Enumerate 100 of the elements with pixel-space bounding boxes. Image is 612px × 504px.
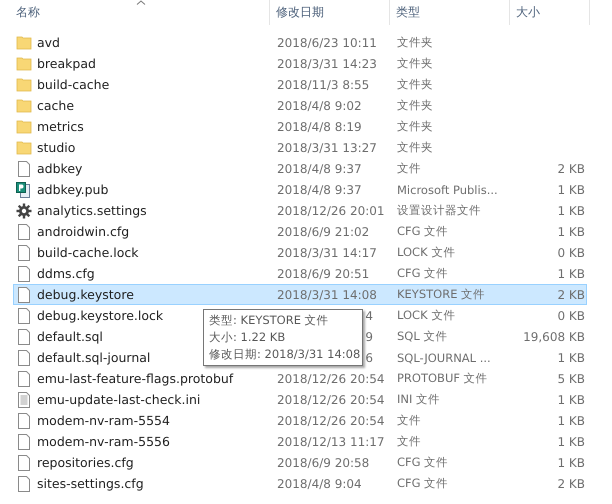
file-name: modem-nv-ram-5556 <box>37 434 170 449</box>
file-name: emu-update-last-check.ini <box>37 392 200 407</box>
modified-date: 2018/3/31 14:08 <box>277 288 377 302</box>
file-name: repositories.cfg <box>37 455 134 470</box>
file-icon <box>16 350 32 366</box>
modified-date: 2018/11/3 8:55 <box>277 78 370 92</box>
file-size: 2 KB <box>557 288 585 302</box>
file-type: PROTOBUF 文件 <box>397 371 488 385</box>
file-name: debug.keystore <box>37 287 134 302</box>
file-size: 1 KB <box>557 224 585 238</box>
file-size: 1 KB <box>557 392 585 406</box>
file-name: androidwin.cfg <box>37 224 130 239</box>
file-icon <box>16 286 32 302</box>
file-name: studio <box>37 140 76 155</box>
file-name: analytics.settings <box>37 203 147 218</box>
modified-date: 2018/3/31 14:17 <box>277 246 377 260</box>
file-name: adbkey.pub <box>37 182 108 197</box>
file-name: default.sql <box>37 329 103 344</box>
folder-icon <box>16 56 32 72</box>
file-name: build-cache <box>37 77 110 92</box>
file-name: breakpad <box>37 56 96 71</box>
modified-date: 2018/6/9 20:58 <box>277 456 370 470</box>
column-header[interactable]: 修改日期 <box>270 0 390 25</box>
file-type: 文件 <box>397 161 421 175</box>
tooltip-text: 修改日期: 2018/3/31 14:08 <box>209 346 357 363</box>
modified-date: 2018/12/26 20:54 <box>277 414 385 428</box>
file-size: 2 KB <box>557 162 585 176</box>
modified-date: 2018/12/26 20:54 <box>277 392 385 406</box>
file-name: avd <box>37 35 60 50</box>
file-type: Microsoft Publis... <box>397 182 498 196</box>
file-type: CFG 文件 <box>397 224 448 238</box>
modified-date: 4 <box>365 308 373 322</box>
file-type: SQL-JOURNAL ... <box>397 350 491 364</box>
column-header[interactable]: 类型 <box>390 0 510 25</box>
file-size: 5 KB <box>557 372 585 386</box>
file-type: 文件夹 <box>397 77 433 91</box>
modified-date: 2018/12/13 11:17 <box>277 434 385 448</box>
column-header[interactable]: 名称 <box>13 0 270 25</box>
file-icon <box>16 244 32 260</box>
file-name: modem-nv-ram-5554 <box>37 413 170 428</box>
modified-date: 2018/3/31 14:23 <box>277 56 377 70</box>
file-type: SQL 文件 <box>397 329 448 343</box>
file-type: 文件夹 <box>397 119 433 133</box>
modified-date: 2018/3/31 13:27 <box>277 140 377 154</box>
file-size: 2 KB <box>557 476 585 490</box>
modified-date: 2018/4/8 9:37 <box>277 162 362 176</box>
file-type: 设置设计器文件 <box>397 203 481 217</box>
selected-row[interactable]: debug.keystore 2018/3/31 14:08 KEYSTORE 文件 2 KB <box>13 284 587 305</box>
file-icon <box>16 266 32 282</box>
file-size: 1 KB <box>557 182 585 196</box>
file-icon <box>16 160 32 176</box>
file-size: 0 KB <box>557 308 585 322</box>
modified-date: 2018/6/9 21:02 <box>277 224 370 238</box>
modified-date: 9 <box>365 330 373 344</box>
tooltip-text: 类型: KEYSTORE 文件 <box>209 312 330 329</box>
file-name: adbkey <box>37 161 82 176</box>
file-name: emu-last-feature-flags.protobuf <box>37 371 234 386</box>
file-type: KEYSTORE 文件 <box>397 287 486 301</box>
file-type: 文件夹 <box>397 98 433 112</box>
file-name: default.sql-journal <box>37 350 150 365</box>
file-size: 1 KB <box>557 434 585 448</box>
modified-date: 2018/4/8 9:37 <box>277 182 362 196</box>
modified-date: 2018/4/8 9:04 <box>277 476 362 490</box>
file-type: 文件 <box>397 413 421 427</box>
modified-date: 2018/12/26 20:54 <box>277 372 385 386</box>
file-icon <box>16 434 32 450</box>
file-size: 19,608 KB <box>523 330 585 344</box>
file-name: debug.keystore.lock <box>37 308 164 323</box>
file-name: cache <box>37 98 74 113</box>
file-icon <box>16 308 32 324</box>
file-name: sites-settings.cfg <box>37 476 144 491</box>
modified-date: 2018/6/23 10:11 <box>277 36 377 50</box>
file-size: 1 KB <box>557 414 585 428</box>
file-size: 1 KB <box>557 350 585 364</box>
modified-date: 2018/12/26 20:01 <box>277 204 385 218</box>
file-name: build-cache.lock <box>37 245 138 260</box>
modified-date: 2018/4/8 9:02 <box>277 98 362 112</box>
file-type: CFG 文件 <box>397 476 448 490</box>
file-type: INI 文件 <box>397 392 440 406</box>
file-icon <box>16 370 32 386</box>
text-file-icon <box>16 392 32 408</box>
file-type: 文件夹 <box>397 56 433 70</box>
file-size: 0 KB <box>557 246 585 260</box>
folder-icon <box>16 98 32 114</box>
file-icon <box>16 412 32 428</box>
folder-icon <box>16 34 32 50</box>
folder-icon <box>16 140 32 156</box>
column-header[interactable]: 大小 <box>510 0 590 25</box>
file-type: LOCK 文件 <box>397 245 456 259</box>
file-type: CFG 文件 <box>397 455 448 469</box>
file-icon <box>16 476 32 492</box>
modified-date: 2018/6/9 20:51 <box>277 266 370 280</box>
modified-date: 2018/4/8 8:19 <box>277 120 362 134</box>
file-type: CFG 文件 <box>397 266 448 280</box>
file-size: 1 KB <box>557 266 585 280</box>
file-type: 文件 <box>397 434 421 448</box>
file-type: 文件夹 <box>397 140 433 154</box>
publisher-file-icon <box>16 182 32 198</box>
file-name: ddms.cfg <box>37 266 95 281</box>
file-icon <box>16 224 32 240</box>
